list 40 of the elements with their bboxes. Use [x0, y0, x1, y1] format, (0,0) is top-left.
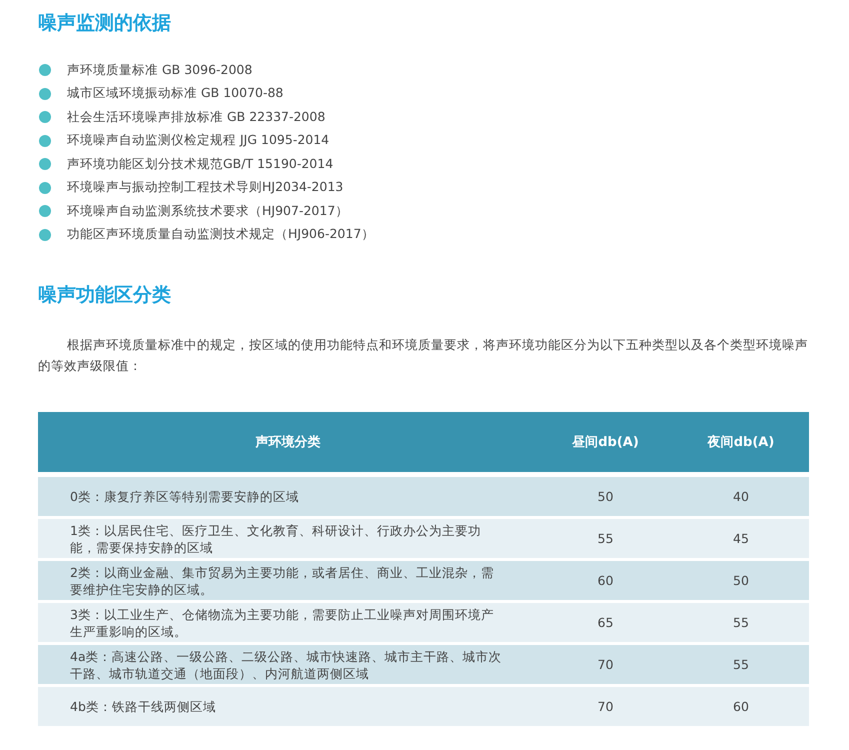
intro-paragraph: 根据声环境质量标准中的规定，按区域的使用功能特点和环境质量要求，将声环境功能区分为以下五种类型以及各个类型环境噪声的等效声级限值： [38, 336, 809, 375]
bullet-icon [39, 111, 51, 124]
standard-item: 环境噪声自动监测系统技术要求（HJ907-2017） [67, 202, 348, 220]
bullet-icon [39, 64, 51, 76]
night-limit-cell-text: 55 [732, 657, 750, 672]
category-cell-text: 4b类：铁路干线两侧区域 [69, 698, 217, 715]
day-limit-cell-text: 70 [596, 657, 614, 672]
night-limit-cell-text: 45 [732, 531, 750, 546]
night-limit-cell-text: 55 [732, 615, 750, 630]
day-limit-cell-text: 65 [596, 615, 614, 630]
category-cell-text: 1类：以居民住宅、医疗卫生、文化教育、科研设计、行政办公为主要功能，需要保持安静的区域 [69, 522, 482, 556]
column-header: 夜间db(A) [706, 434, 776, 451]
day-limit-cell-text: 50 [596, 489, 614, 504]
category-cell-text: 2类：以商业金融、集市贸易为主要功能，或者居住、商业、工业混杂，需要维护住宅安静的区域。 [69, 564, 495, 598]
column-header: 声环境分类 [254, 434, 322, 451]
day-limit-cell-text: 55 [596, 531, 614, 546]
night-limit-cell-text: 50 [732, 573, 750, 588]
standard-item: 社会生活环境噪声排放标准 GB 22337-2008 [67, 108, 326, 126]
category-cell-text: 0类：康复疗养区等特别需要安静的区域 [69, 488, 300, 505]
section-title: 噪声功能区分类 [38, 283, 172, 308]
bullet-icon [39, 158, 51, 170]
section-title: 噪声监测的依据 [38, 11, 172, 36]
column-header: 昼间db(A) [571, 434, 640, 451]
standard-item: 声环境质量标准 GB 3096-2008 [67, 62, 252, 79]
standard-item: 功能区声环境质量自动监测技术规定（HJ906-2017） [67, 226, 374, 244]
night-limit-cell-text: 60 [732, 699, 750, 714]
standard-item: 环境噪声自动监测仪检定规程 JJG 1095-2014 [67, 132, 330, 150]
bullet-icon [39, 134, 51, 147]
standard-item: 城市区域环境振动标准 GB 10070-88 [67, 85, 284, 102]
standard-item: 环境噪声与振动控制工程技术导则HJ2034-2013 [67, 179, 344, 196]
day-limit-cell-text: 60 [596, 573, 614, 588]
bullet-icon [39, 88, 51, 100]
day-limit-cell-text: 70 [596, 699, 614, 714]
bullet-icon [39, 182, 51, 194]
standard-item: 声环境功能区划分技术规范GB/T 15190-2014 [67, 156, 334, 173]
night-limit-cell-text: 40 [732, 489, 750, 504]
category-cell-text: 3类：以工业生产、仓储物流为主要功能，需要防止工业噪声对周围环境产生严重影响的区域。 [69, 606, 495, 640]
bullet-icon [39, 228, 51, 241]
bullet-icon [39, 205, 51, 218]
category-cell-text: 4a类：高速公路、一级公路、二级公路、城市快速路、城市主干路、城市次干路、城市轨道交通（地面段）、内河航道两侧区域 [69, 648, 503, 682]
